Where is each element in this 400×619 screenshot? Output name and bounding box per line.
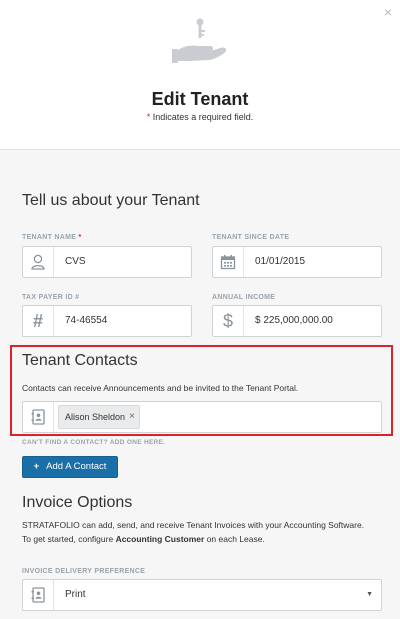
section-title-tenant: Tell us about your Tenant bbox=[22, 192, 200, 209]
delivery-preference-value: Print bbox=[65, 589, 86, 600]
delivery-preference-select[interactable]: Print ▼ bbox=[22, 579, 382, 611]
hand-key-icon bbox=[172, 18, 227, 63]
modal-title: Edit Tenant bbox=[151, 89, 249, 109]
dollar-icon: $ bbox=[213, 306, 244, 336]
tax-payer-id-field[interactable]: # 74-46554 bbox=[22, 305, 192, 337]
modal-header: × Edit Tenant * Indicates a required fie… bbox=[0, 0, 400, 150]
tenant-name-field[interactable]: CVS bbox=[22, 246, 192, 278]
contact-tag: Alison Sheldon × bbox=[58, 405, 140, 429]
required-star: * bbox=[78, 234, 82, 241]
invoice-desc-suffix: on each Lease. bbox=[204, 534, 265, 544]
required-star: * bbox=[146, 112, 151, 122]
contact-tag-label: Alison Sheldon bbox=[65, 412, 126, 422]
annual-income-field[interactable]: $ $ 225,000,000.00 bbox=[212, 305, 382, 337]
invoice-desc-line1: STRATAFOLIO can add, send, and receive T… bbox=[22, 520, 365, 530]
delivery-preference-label: INVOICE DELIVERY PREFERENCE bbox=[22, 568, 146, 575]
contact-card-icon bbox=[23, 580, 54, 610]
tenant-name-label: TENANT NAME * bbox=[22, 234, 82, 241]
invoice-description: STRATAFOLIO can add, send, and receive T… bbox=[22, 518, 382, 546]
annual-income-label: ANNUAL INCOME bbox=[212, 294, 276, 301]
calendar-icon bbox=[213, 247, 244, 277]
contact-card-icon bbox=[23, 402, 54, 432]
annual-income-value: $ 225,000,000.00 bbox=[255, 315, 333, 326]
tenant-since-field[interactable]: 01/01/2015 bbox=[212, 246, 382, 278]
required-note: * Indicates a required field. bbox=[0, 112, 400, 122]
hash-icon: # bbox=[23, 306, 54, 336]
tenant-since-value: 01/01/2015 bbox=[255, 256, 306, 267]
invoice-desc-prefix: To get started, configure bbox=[22, 534, 116, 544]
remove-contact-icon[interactable]: × bbox=[129, 406, 135, 428]
section-title-contacts: Tenant Contacts bbox=[22, 352, 138, 369]
required-note-text: Indicates a required field. bbox=[152, 112, 254, 122]
cant-find-contact-text: CAN'T FIND A CONTACT? ADD ONE HERE. bbox=[22, 439, 166, 446]
close-icon[interactable]: × bbox=[384, 4, 392, 20]
add-contact-label: Add A Contact bbox=[46, 461, 107, 472]
tenant-name-label-text: TENANT NAME bbox=[22, 234, 77, 241]
invoice-desc-line2: To get started, configure Accounting Cus… bbox=[22, 532, 382, 546]
add-contact-button[interactable]: + Add A Contact bbox=[22, 456, 118, 478]
tax-payer-id-label: TAX PAYER ID # bbox=[22, 294, 80, 301]
section-title-invoice: Invoice Options bbox=[22, 494, 133, 511]
accounting-customer-text: Accounting Customer bbox=[115, 534, 205, 544]
caret-down-icon[interactable]: ▼ bbox=[366, 580, 373, 610]
tenant-since-label: TENANT SINCE DATE bbox=[212, 234, 290, 241]
tax-payer-id-value: 74-46554 bbox=[65, 315, 108, 326]
plus-icon: + bbox=[33, 461, 40, 472]
contacts-description: Contacts can receive Announcements and b… bbox=[22, 383, 299, 393]
user-icon bbox=[23, 247, 54, 277]
tenant-name-value: CVS bbox=[65, 256, 86, 267]
